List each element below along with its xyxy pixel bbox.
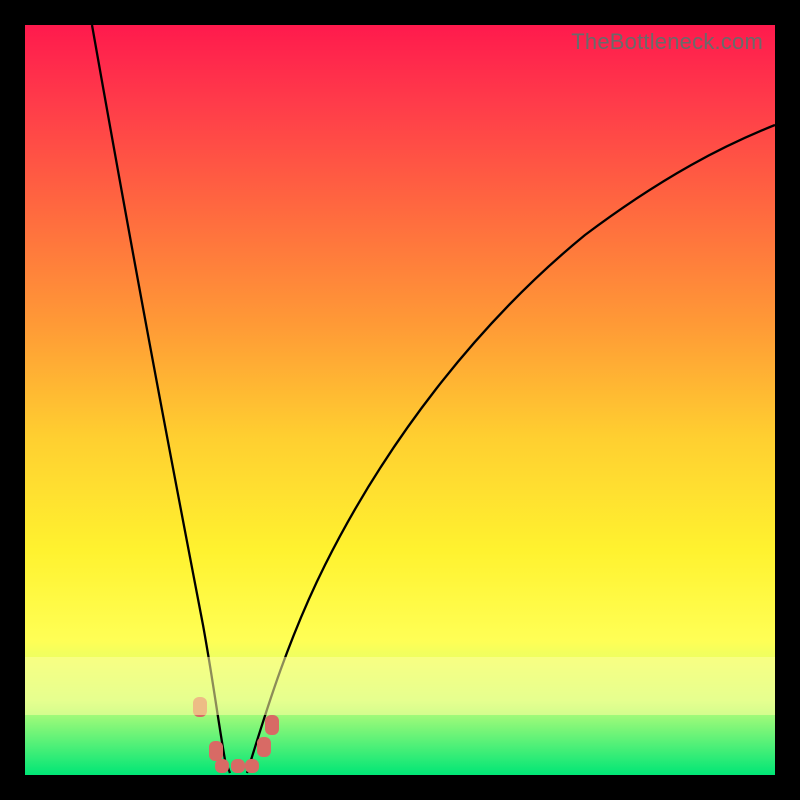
data-dot [257, 737, 271, 757]
watermark-text: TheBottleneck.com [571, 29, 763, 55]
curve-right-branch [247, 125, 775, 773]
data-dot [231, 759, 245, 773]
bottleneck-curves [25, 25, 775, 775]
data-dot [193, 697, 207, 717]
data-dot [215, 759, 229, 773]
data-dot [265, 715, 279, 735]
data-dot [245, 759, 259, 773]
plot-frame: TheBottleneck.com [25, 25, 775, 775]
curve-left-branch [92, 25, 230, 773]
data-dot [209, 741, 223, 761]
